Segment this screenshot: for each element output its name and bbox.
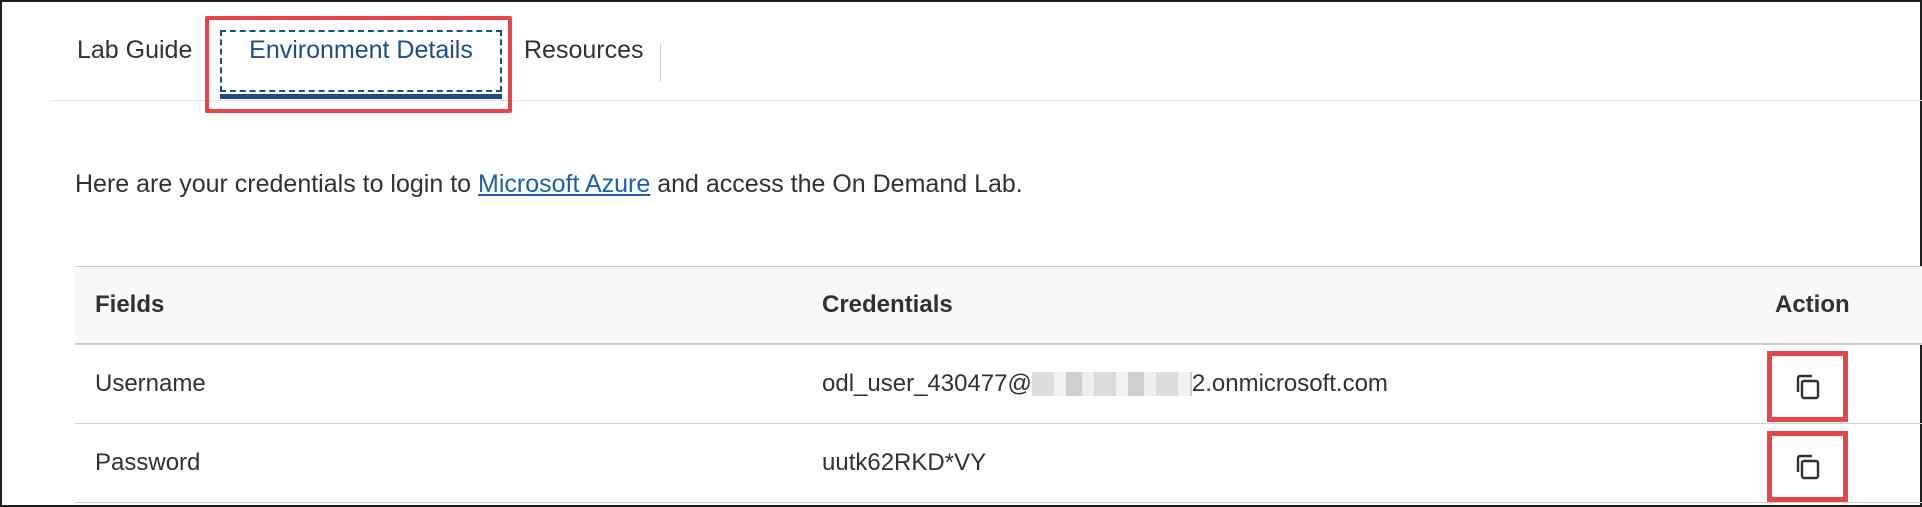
tab-resources[interactable]: Resources <box>524 0 650 101</box>
table-header: Fields Credentials Action <box>75 266 1922 345</box>
redacted-block <box>1031 372 1192 396</box>
field-username-label: Username <box>95 370 206 397</box>
microsoft-azure-link[interactable]: Microsoft Azure <box>478 170 650 198</box>
header-fields: Fields <box>95 291 165 318</box>
copy-password-button[interactable] <box>1767 431 1848 502</box>
copy-icon <box>1796 374 1819 399</box>
tab-divider <box>660 44 661 82</box>
tab-focus-outline <box>220 30 502 92</box>
password-value: uutk62RKD*VY <box>822 449 987 476</box>
active-tab-indicator <box>220 94 502 99</box>
username-suffix: 2.onmicrosoft.com <box>1191 370 1388 397</box>
intro-after-link: and access the On Demand Lab. <box>650 170 1023 198</box>
copy-username-button[interactable] <box>1767 351 1848 422</box>
table-row-username: Username odl_user_430477@ 2.onmicrosoft.c… <box>75 345 1922 424</box>
table-row-password: Password uutk62RKD*VY <box>75 424 1922 503</box>
tab-lab-guide[interactable]: Lab Guide <box>77 0 197 101</box>
credentials-table: Fields Credentials Action Username odl_u… <box>75 266 1922 503</box>
username-value: odl_user_430477@ 2.onmicrosoft.com <box>822 345 1388 423</box>
header-action: Action <box>1775 291 1850 318</box>
intro-text: Here are your credentials to login to Mi… <box>75 170 1023 199</box>
intro-before-link: Here are your credentials to login to <box>75 170 478 198</box>
tab-bar: Lab Guide Environment Details Resources <box>52 0 1922 101</box>
username-prefix: odl_user_430477@ <box>822 370 1032 397</box>
header-credentials: Credentials <box>822 291 953 318</box>
copy-icon <box>1796 454 1819 479</box>
field-password-label: Password <box>95 449 201 476</box>
